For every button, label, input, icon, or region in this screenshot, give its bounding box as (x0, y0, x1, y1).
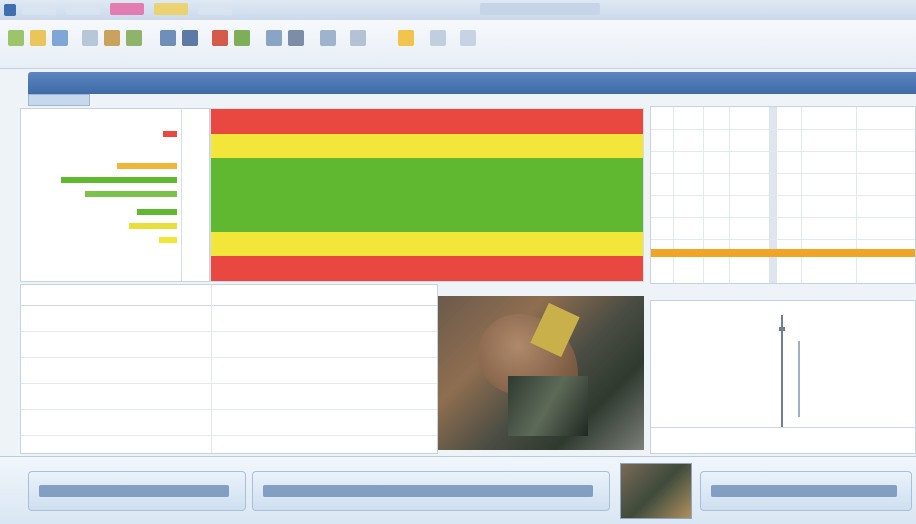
grid-row (651, 217, 915, 218)
lightbulb-icon (398, 30, 414, 46)
heatmap-band-yellow (211, 231, 643, 257)
ribbon-tab[interactable] (198, 3, 232, 15)
taskbar-item-label (39, 485, 229, 497)
toolbar (0, 20, 916, 69)
list-row (21, 409, 437, 410)
grid-row (651, 151, 915, 152)
zoom-button[interactable] (350, 30, 366, 46)
settings-button[interactable] (288, 30, 304, 46)
zoom-icon (350, 30, 366, 46)
cut-button[interactable] (82, 30, 98, 46)
save-icon (52, 30, 68, 46)
chart-axis (781, 315, 783, 427)
undo-icon (160, 30, 176, 46)
chart-marker (779, 327, 785, 331)
list-row (21, 357, 437, 358)
window-title (480, 3, 600, 15)
filter-button[interactable] (212, 30, 228, 46)
highlighted-row[interactable] (651, 249, 915, 257)
heatmap-band-green (211, 207, 643, 233)
cut-icon (82, 30, 98, 46)
heatmap-band-green (211, 158, 643, 184)
chart-button[interactable] (234, 30, 250, 46)
taskbar-item[interactable] (252, 471, 610, 511)
app-icon[interactable] (4, 4, 16, 16)
histogram-bar (117, 163, 177, 169)
table-icon (266, 30, 282, 46)
undo-button[interactable] (160, 30, 176, 46)
chart-icon (234, 30, 250, 46)
histogram-panel (20, 108, 210, 282)
title-bar (0, 0, 916, 21)
heatmap-band-red (211, 256, 643, 282)
ribbon-tabs (22, 3, 232, 15)
photo-device (508, 376, 588, 436)
settings-icon (288, 30, 304, 46)
copy-icon (104, 30, 120, 46)
line-chart-panel[interactable] (650, 300, 916, 454)
histogram-bar (85, 191, 177, 197)
list-row (21, 305, 437, 306)
ribbon-tab[interactable] (66, 3, 100, 15)
histogram-bar (129, 223, 177, 229)
print-icon (460, 30, 476, 46)
list-row (21, 331, 437, 332)
taskbar-item-label (711, 485, 897, 497)
ribbon-tab[interactable] (22, 3, 56, 15)
grid-row (651, 129, 915, 130)
taskbar-item[interactable] (28, 471, 246, 511)
histogram-bar (137, 209, 177, 215)
chart-baseline (651, 427, 915, 428)
new-icon (8, 30, 24, 46)
taskbar-item[interactable] (700, 471, 912, 511)
grid-row (651, 239, 915, 240)
ribbon-tab-highlight[interactable] (110, 3, 144, 15)
divider (181, 109, 182, 281)
taskbar-item-label (263, 485, 593, 497)
help-button[interactable] (320, 30, 336, 46)
open-icon (30, 30, 46, 46)
grid-row (651, 195, 915, 196)
export-icon (430, 30, 446, 46)
table-button[interactable] (266, 30, 282, 46)
list-row (21, 435, 437, 436)
heatmap-band-red (211, 109, 643, 135)
ribbon-tab-highlight[interactable] (154, 3, 188, 15)
open-button[interactable] (30, 30, 46, 46)
document-tabstrip (28, 72, 916, 94)
paste-button[interactable] (126, 30, 142, 46)
histogram-bar (61, 177, 177, 183)
record-list[interactable] (20, 284, 438, 454)
lightbulb-button[interactable] (398, 30, 414, 46)
data-grid[interactable] (650, 106, 916, 284)
taskbar (0, 456, 916, 524)
new-button[interactable] (8, 30, 24, 46)
photo-viewer[interactable] (438, 296, 644, 450)
save-button[interactable] (52, 30, 68, 46)
histogram-bar (163, 131, 177, 137)
heatmap-panel[interactable] (210, 108, 644, 282)
help-icon (320, 30, 336, 46)
redo-button[interactable] (182, 30, 198, 46)
print-button[interactable] (460, 30, 476, 46)
tab-active[interactable] (28, 94, 90, 106)
redo-icon (182, 30, 198, 46)
export-button[interactable] (430, 30, 446, 46)
histogram-bar (159, 237, 177, 243)
heatmap-band-green (211, 182, 643, 208)
paste-icon (126, 30, 142, 46)
heatmap-band-yellow (211, 133, 643, 159)
chart-line (798, 341, 800, 417)
photo-thumbnail[interactable] (620, 463, 692, 519)
list-column (211, 285, 212, 453)
copy-button[interactable] (104, 30, 120, 46)
grid-row (651, 173, 915, 174)
filter-icon (212, 30, 228, 46)
list-row (21, 383, 437, 384)
